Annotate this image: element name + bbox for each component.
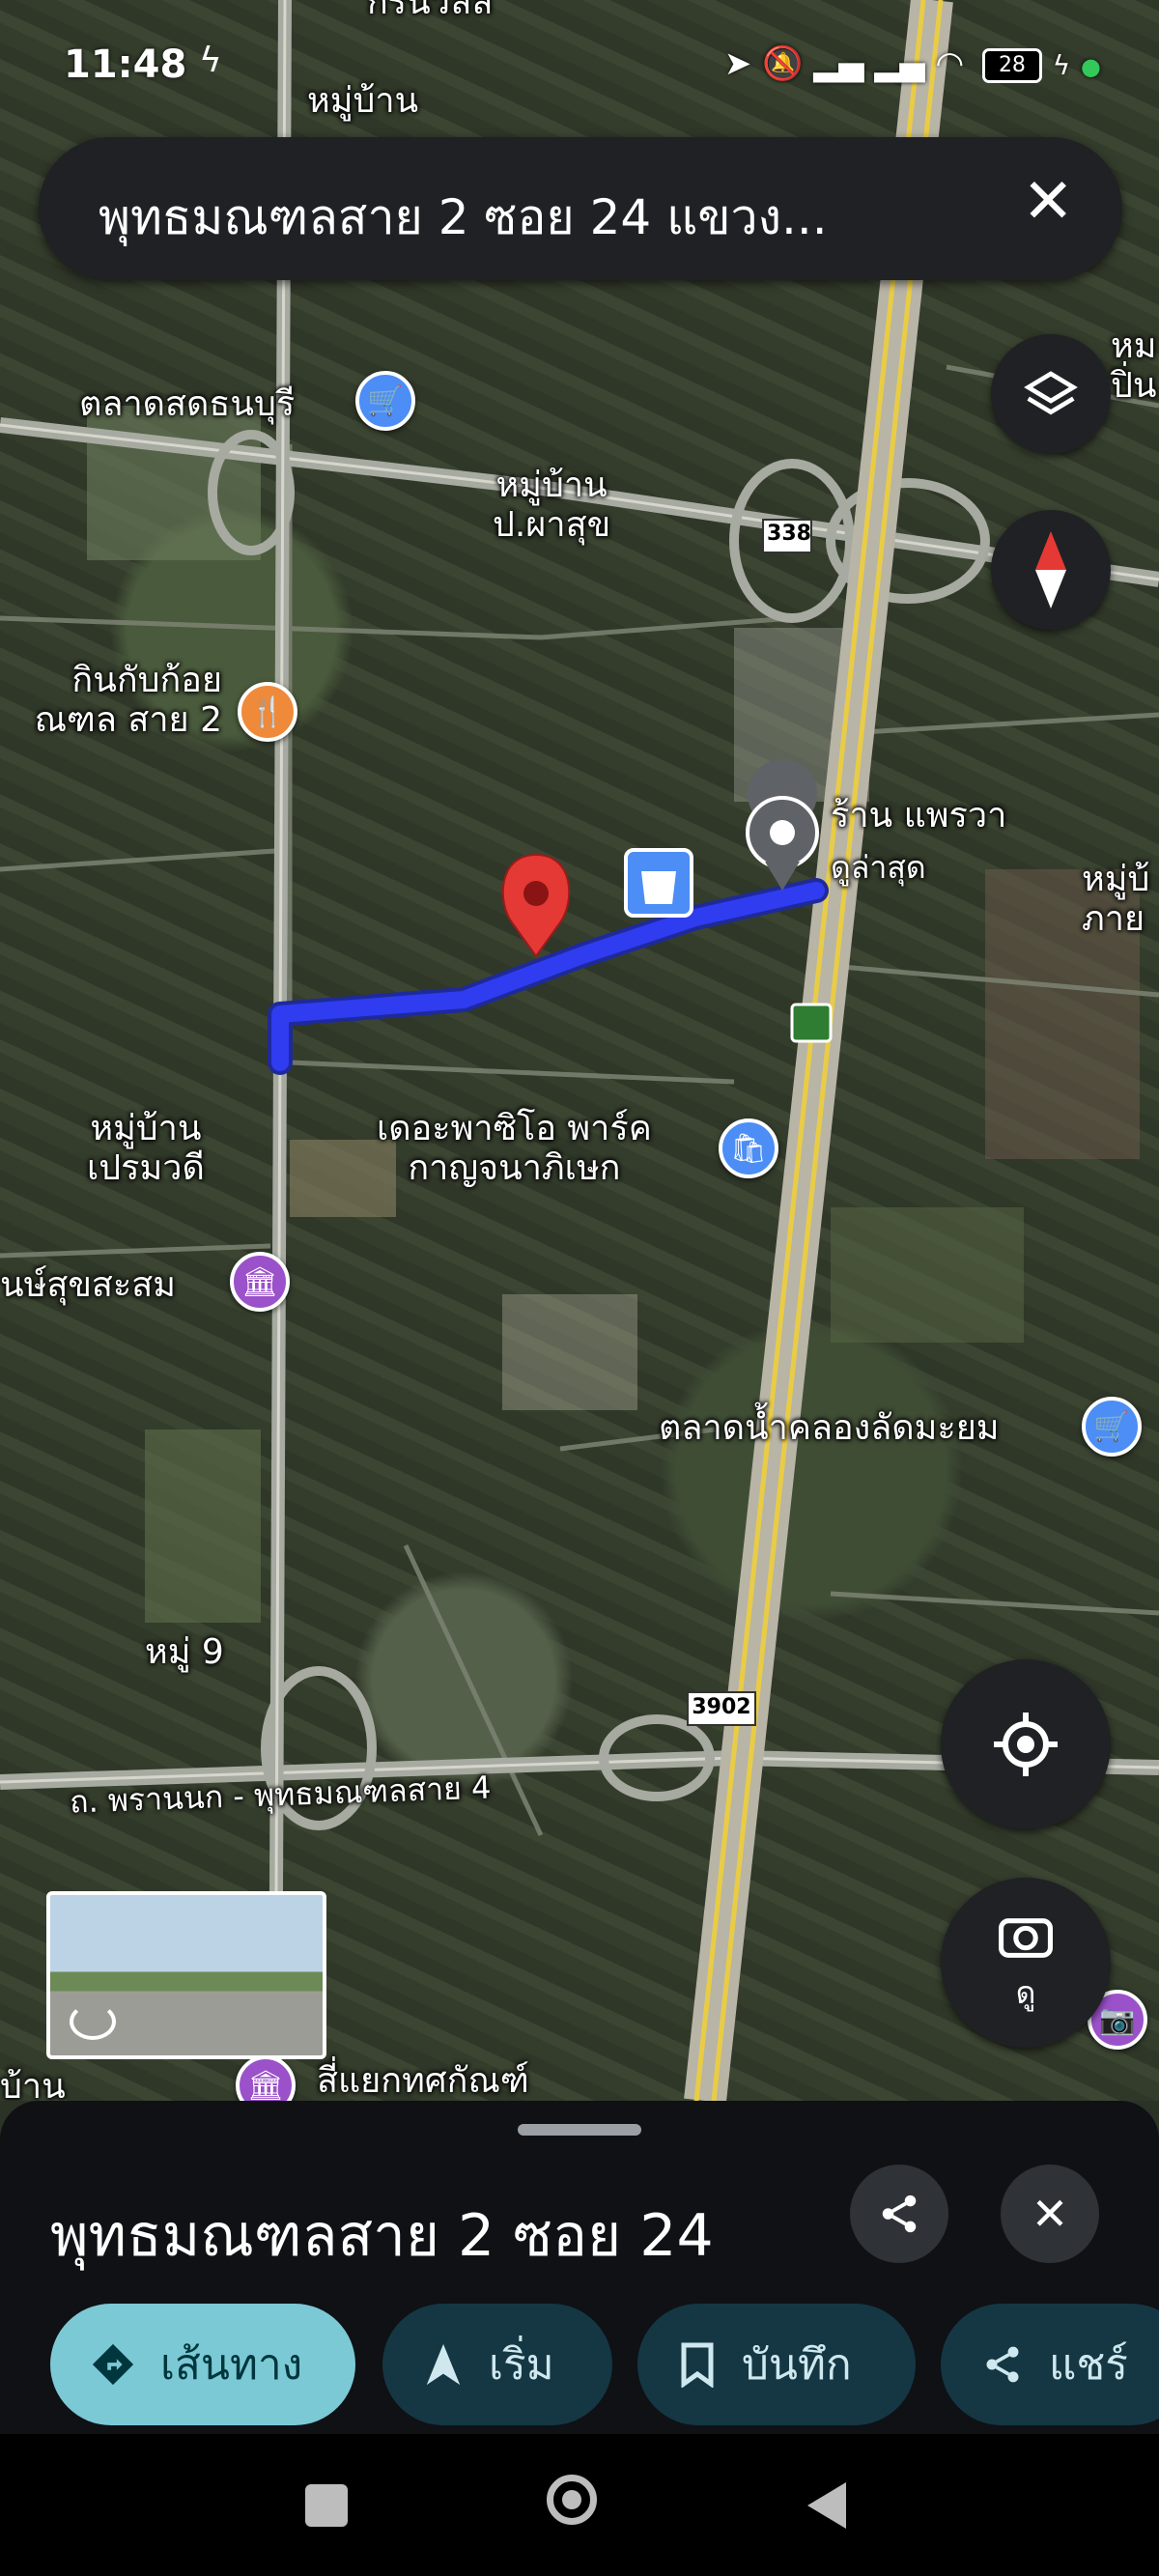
home-icon[interactable]	[547, 2475, 597, 2525]
close-icon[interactable]: ✕	[1022, 166, 1074, 238]
place-title: พุทธมณฑลสาย 2 ซอย 24	[50, 2202, 714, 2270]
layers-icon	[1024, 371, 1078, 415]
signal-icon: ▂▄	[813, 44, 864, 83]
map-label[interactable]: สี่แยกทศกัณฑ์	[317, 2061, 529, 2101]
shopping-cart-icon[interactable]: 🛒	[355, 371, 415, 431]
drag-handle[interactable]	[518, 2124, 641, 2136]
recents-icon[interactable]	[305, 2484, 348, 2527]
save-button[interactable]: บันทึก	[637, 2304, 916, 2425]
map-label: หมู่ 9	[145, 1632, 224, 1672]
clock: 11:48	[64, 42, 187, 87]
charging-icon: ϟ	[1052, 49, 1071, 81]
save-label: บันทึก	[742, 2340, 852, 2390]
bookmark-icon	[681, 2342, 714, 2388]
share-button[interactable]	[850, 2165, 948, 2263]
directions-label: เส้นทาง	[160, 2340, 303, 2390]
close-button[interactable]: ✕	[1001, 2165, 1099, 2263]
map-label[interactable]: ร้าน แพรวา	[831, 796, 1006, 835]
map-label[interactable]: ตลาดสดธนบุรี	[79, 384, 295, 424]
map-label[interactable]: เดอะพาซิโอ พาร์ค กาญจนาภิเษก	[377, 1109, 652, 1189]
status-icons: ➤ 🔕 ▂▄ ▂▄ ◠ 28 ϟ ●	[724, 44, 1101, 83]
map-label: หมู่บ้ ภาย	[1082, 860, 1150, 940]
battery-icon: 28	[981, 47, 1042, 83]
restaurant-icon[interactable]: 🍴	[238, 682, 297, 742]
privacy-dot-icon: ●	[1081, 53, 1101, 80]
place-sheet[interactable]: พุทธมณฑลสาย 2 ซอย 24 ✕ เส้นทาง เริ่ม บัน…	[0, 2101, 1159, 2434]
shopping-bag-icon[interactable]: 🛍	[719, 1118, 778, 1178]
location-icon: ➤	[723, 44, 752, 83]
start-button[interactable]: เริ่ม	[382, 2304, 612, 2425]
share-icon	[882, 2194, 917, 2233]
share-chip-button[interactable]: แชร์	[941, 2304, 1159, 2425]
crosshair-icon	[994, 1713, 1058, 1776]
map-label[interactable]: ตลาดน้ำคลองลัดมะยม	[659, 1408, 1000, 1448]
museum-icon[interactable]: 🏛	[230, 1252, 290, 1312]
map-label: หมู่บ้าน ป.ผาสุข	[493, 466, 611, 546]
shopping-cart-icon[interactable]: 🛒	[1082, 1397, 1142, 1457]
start-label: เริ่ม	[489, 2340, 554, 2390]
directions-icon	[92, 2343, 134, 2386]
map-label[interactable]: นษ์สุขสะสม	[0, 1265, 176, 1305]
compass-icon	[1035, 531, 1066, 609]
status-bar: 11:48 ϟ ➤ 🔕 ▂▄ ▂▄ ◠ 28 ϟ ●	[0, 0, 1159, 135]
rotate-360-icon	[70, 2003, 116, 2040]
share-icon	[986, 2346, 1019, 2383]
mute-icon: 🔕	[762, 44, 804, 83]
map-label: หมู่บ้าน เปรมวดี	[87, 1109, 205, 1189]
route-shield: 338	[767, 522, 811, 546]
wifi-icon: ◠	[935, 44, 965, 83]
directions-button[interactable]: เส้นทาง	[50, 2304, 355, 2425]
flash-icon: ϟ	[199, 41, 222, 80]
close-icon: ✕	[1031, 2188, 1069, 2240]
map-label: หม ปิ่น	[1111, 326, 1157, 407]
my-location-button[interactable]	[941, 1659, 1111, 1829]
street-view-thumbnail[interactable]	[46, 1891, 326, 2059]
street-view-button[interactable]: ดู	[941, 1878, 1111, 2048]
search-bar[interactable]: พุทธมณฑลสาย 2 ซอย 24 แขวง... ✕	[39, 137, 1122, 280]
search-query[interactable]: พุทธมณฑลสาย 2 ซอย 24 แขวง...	[99, 180, 828, 256]
map-label: ดูล่าสุด	[831, 849, 926, 886]
signal-icon: ▂▄	[874, 44, 925, 83]
camera-icon	[999, 1917, 1053, 1958]
back-icon[interactable]	[804, 2478, 850, 2533]
street-view-label: ดู	[1015, 1973, 1036, 2011]
compass-button[interactable]	[991, 510, 1111, 630]
map-view[interactable]: กรีนวิลล หมู่บ้าน ตลาดสดธนบุรี 🛒 หมู่บ้า…	[0, 0, 1159, 2101]
map-label[interactable]: กินกับก้อย ณฑล สาย 2	[0, 661, 222, 741]
map-label: บ้าน	[0, 2067, 66, 2101]
share-label: แชร์	[1049, 2340, 1128, 2390]
route-shield: 3902	[692, 1695, 751, 1719]
navigation-arrow-icon	[426, 2343, 461, 2386]
layers-button[interactable]	[991, 334, 1111, 454]
system-nav-bar	[0, 2434, 1159, 2576]
